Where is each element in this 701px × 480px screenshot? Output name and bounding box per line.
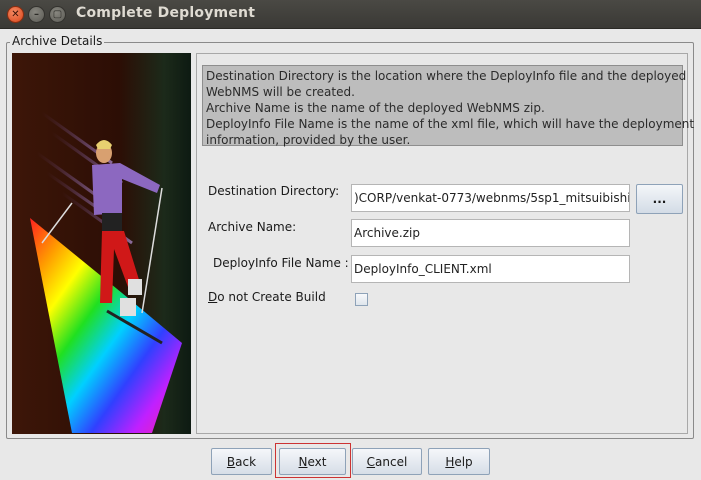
window-close-icon[interactable]: ✕	[7, 6, 24, 23]
info-line: DeployInfo File Name is the name of the …	[206, 117, 695, 131]
mnemonic: N	[298, 454, 308, 469]
cancel-button[interactable]: Cancel	[352, 448, 422, 475]
info-line: information, provided by the user.	[206, 133, 411, 147]
archive-name-label: Archive Name:	[208, 220, 297, 234]
destination-directory-label: Destination Directory:	[208, 184, 340, 198]
back-button[interactable]: Back	[211, 448, 272, 475]
title-bar: ✕ – ▢ Complete Deployment	[0, 0, 701, 29]
mnemonic: D	[208, 290, 218, 304]
mnemonic: H	[445, 454, 455, 469]
archive-name-input[interactable]: Archive.zip	[351, 219, 630, 247]
browse-button[interactable]: ...	[636, 184, 683, 214]
mnemonic: B	[226, 454, 236, 469]
info-line: WebNMS will be created.	[206, 85, 355, 99]
button-text: ext	[307, 454, 327, 469]
button-text: ack	[235, 454, 257, 469]
skier-illustration	[12, 53, 191, 434]
button-text: ancel	[375, 454, 408, 469]
group-legend: Archive Details	[10, 34, 105, 48]
window-maximize-icon[interactable]: ▢	[49, 6, 66, 23]
mnemonic: C	[366, 454, 376, 469]
window-title: Complete Deployment	[76, 5, 256, 21]
info-line: Archive Name is the name of the deployed…	[206, 101, 545, 115]
button-text: elp	[454, 454, 473, 469]
help-button[interactable]: Help	[428, 448, 490, 475]
info-description: Destination Directory is the location wh…	[202, 65, 695, 147]
skier-icon	[30, 111, 182, 433]
info-line: Destination Directory is the location wh…	[206, 69, 687, 83]
window-minimize-icon[interactable]: –	[28, 6, 45, 23]
do-not-create-build-checkbox[interactable]	[355, 293, 368, 306]
do-not-create-build-label[interactable]: Do not Create Build	[208, 290, 326, 304]
destination-directory-input[interactable]: )CORP/venkat-0773/webnms/5sp1_mitsuibish…	[351, 184, 630, 212]
label-text: o not Create Build	[217, 290, 326, 304]
deployinfo-filename-input[interactable]: DeployInfo_CLIENT.xml	[351, 255, 630, 283]
next-button[interactable]: Next	[279, 448, 346, 475]
deployinfo-filename-label: DeployInfo File Name :	[213, 256, 349, 270]
